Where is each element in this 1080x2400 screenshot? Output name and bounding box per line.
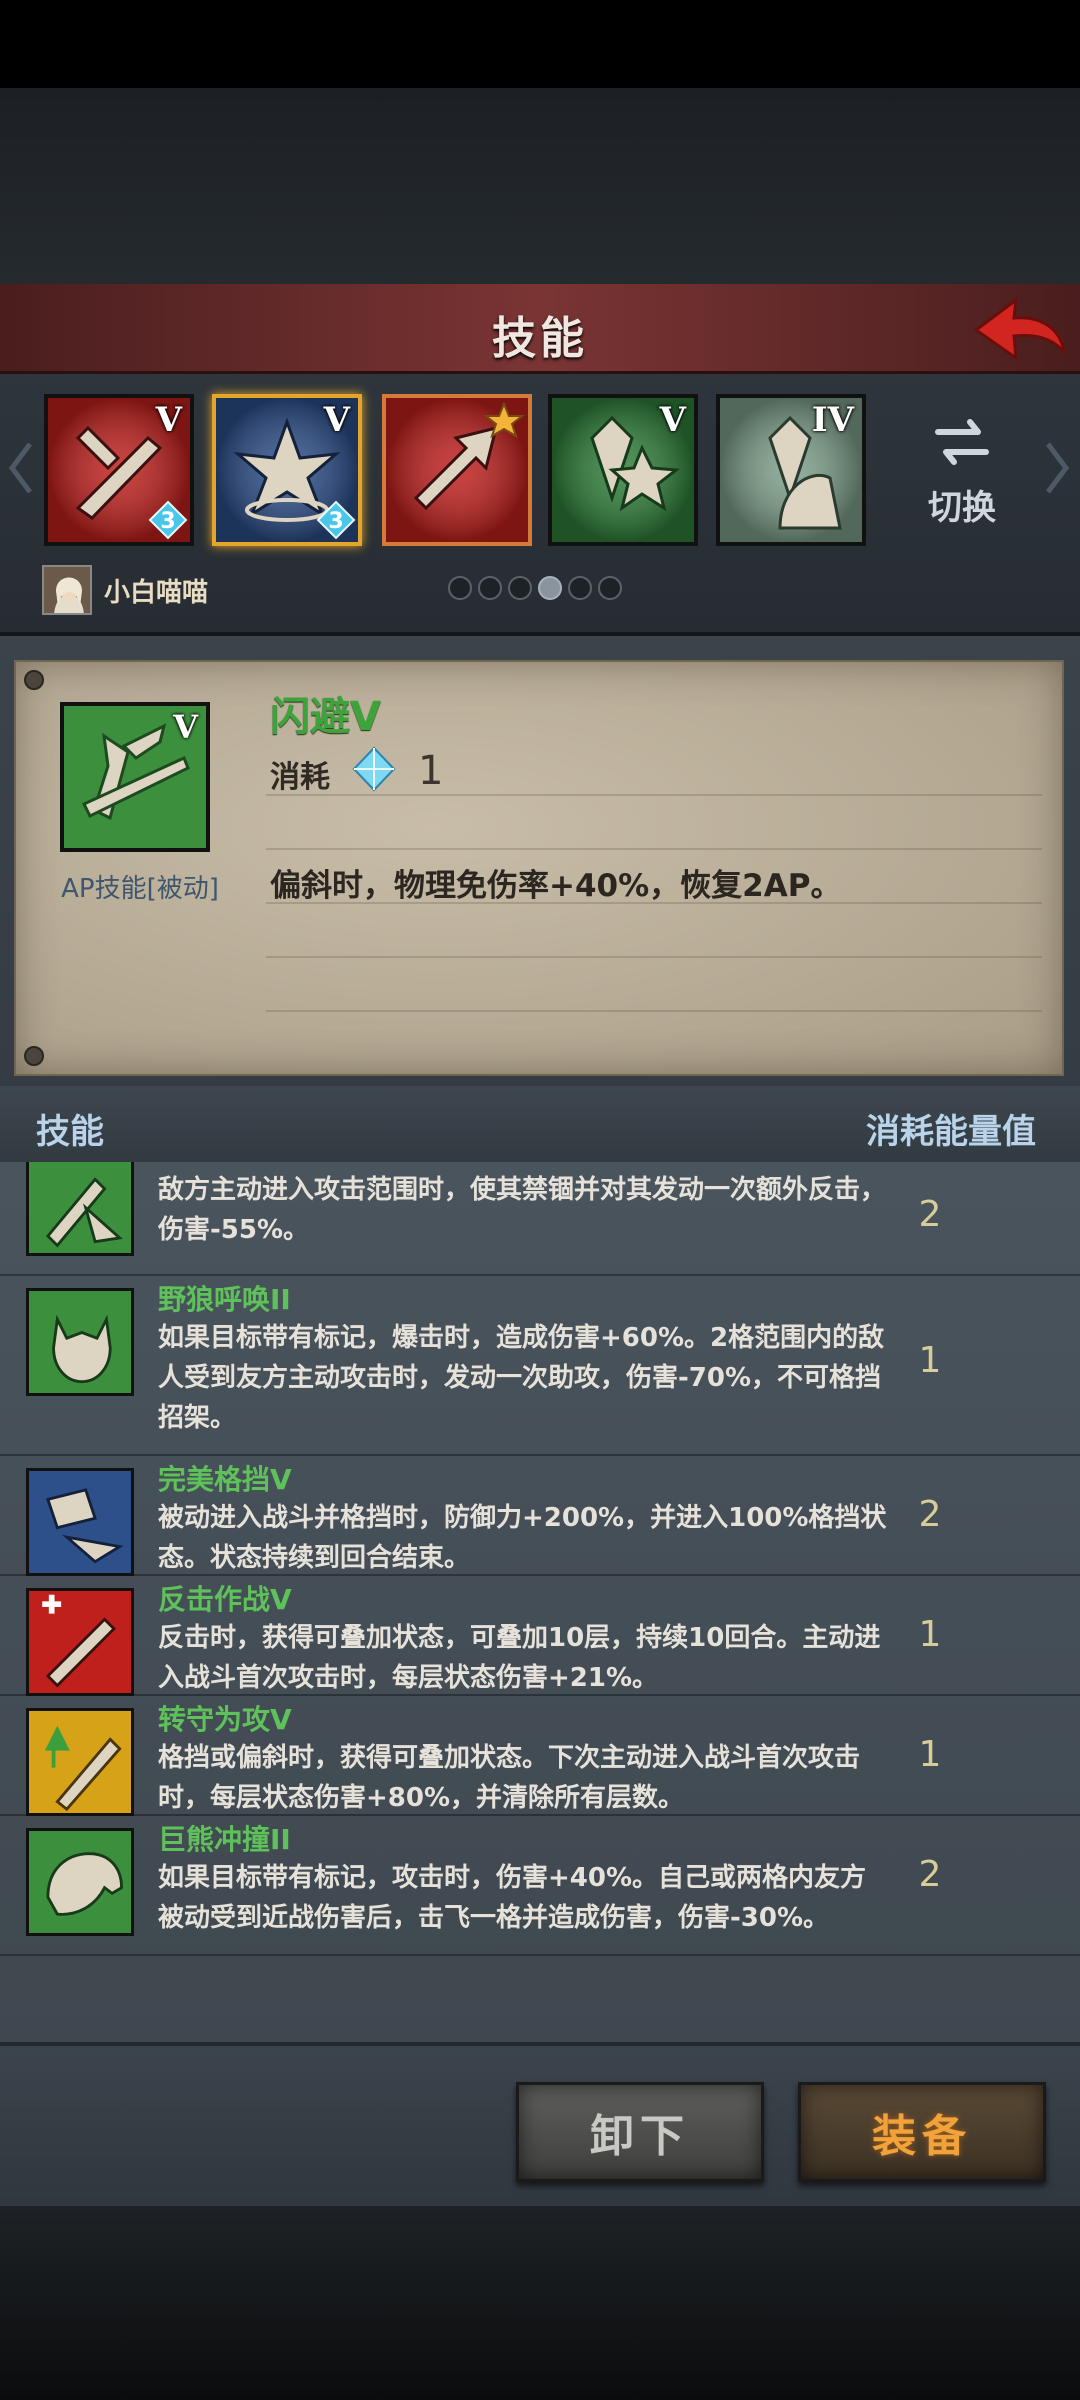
skill-description: 敌方主动进入攻击范围时，使其禁锢并对其发动一次额外反击，伤害-55%。 xyxy=(158,1175,887,1245)
skill-description: 如果目标带有标记，爆击时，造成伤害+60%。2格范围内的敌人受到友方主动攻击时，… xyxy=(158,1323,885,1433)
skill-row[interactable]: 敌方主动进入攻击范围时，使其禁锢并对其发动一次额外反击，伤害-55%。 2 xyxy=(0,1162,1080,1276)
pin-icon xyxy=(24,670,44,690)
top-background xyxy=(0,88,1080,284)
page-dot xyxy=(568,576,592,600)
energy-cost: 2 xyxy=(918,1494,942,1535)
prev-page-arrow-icon[interactable] xyxy=(6,438,36,498)
skill-icon xyxy=(26,1588,134,1696)
skill-art-icon xyxy=(386,398,528,542)
cost-label: 消耗 xyxy=(270,760,330,795)
tier-label: IV xyxy=(811,400,854,440)
skill-row[interactable]: 反击作战V 反击时，获得可叠加状态，可叠加10层，持续10回合。主动进入战斗首次攻… xyxy=(0,1576,1080,1696)
gem-badge-icon: 3 xyxy=(316,500,356,540)
page-indicator xyxy=(448,576,622,600)
page-dot xyxy=(598,576,622,600)
energy-gem-icon xyxy=(352,746,396,792)
skill-icon xyxy=(26,1468,134,1576)
skill-slot[interactable]: IV xyxy=(716,394,866,546)
page-dot xyxy=(448,576,472,600)
page-dot xyxy=(508,576,532,600)
energy-cost: 2 xyxy=(918,1854,942,1895)
gem-count: 3 xyxy=(160,509,175,534)
column-energy-cost: 消耗能量值 xyxy=(866,1112,1036,1152)
energy-cost: 1 xyxy=(918,1734,942,1775)
page-title: 技能 xyxy=(492,313,588,364)
switch-button[interactable]: 切换 xyxy=(912,414,1012,534)
skill-icon xyxy=(26,1828,134,1936)
skill-name: 闪避V xyxy=(270,694,381,740)
skill-row[interactable]: 转守为攻V 格挡或偏斜时，获得可叠加状态。下次主动进入战斗首次攻击时，每层状态伤害… xyxy=(0,1696,1080,1816)
skill-row[interactable]: 完美格挡V 被动进入战斗并格挡时，防御力+200%，并进入100%格挡状态。状态持… xyxy=(0,1456,1080,1576)
character-portrait-icon xyxy=(44,567,90,613)
energy-cost: 2 xyxy=(918,1194,942,1235)
avatar xyxy=(42,565,92,615)
skill-row[interactable]: 野狼呼唤II 如果目标带有标记，爆击时，造成伤害+60%。2格范围内的敌人受到友方… xyxy=(0,1276,1080,1456)
skill-strip: V 3 V 3 V IV 切换 小白喵喵 xyxy=(0,374,1080,636)
player-info: 小白喵喵 xyxy=(42,564,208,616)
skill-name: 转守为攻V xyxy=(158,1703,292,1736)
gem-count: 3 xyxy=(328,509,343,534)
swap-arrows-icon xyxy=(935,419,989,465)
page-dot xyxy=(538,576,562,600)
title-bar: 技能 xyxy=(0,284,1080,374)
skill-slot[interactable]: V xyxy=(548,394,698,546)
skill-icon xyxy=(26,1708,134,1816)
skill-name: 野狼呼唤II xyxy=(158,1283,291,1316)
skill-name: 巨熊冲撞II xyxy=(158,1823,291,1856)
page-dot xyxy=(478,576,502,600)
skill-name: 完美格挡V xyxy=(158,1463,292,1496)
skill-row[interactable]: 巨熊冲撞II 如果目标带有标记，攻击时，伤害+40%。自己或两格内友方被动受到近战… xyxy=(0,1816,1080,1956)
player-name: 小白喵喵 xyxy=(104,577,209,608)
pin-icon xyxy=(24,1046,44,1066)
energy-cost: 1 xyxy=(918,1614,942,1655)
gem-badge-icon: 3 xyxy=(148,500,188,540)
skill-icon xyxy=(26,1288,134,1396)
skill-description: 格挡或偏斜时，获得可叠加状态。下次主动进入战斗首次攻击时，每层状态伤害+80%，… xyxy=(158,1743,861,1813)
back-button[interactable] xyxy=(968,292,1068,368)
skill-list[interactable]: 敌方主动进入攻击范围时，使其禁锢并对其发动一次额外反击，伤害-55%。 2 野狼呼唤… xyxy=(0,1162,1080,2042)
cost-value: 1 xyxy=(418,748,444,794)
column-skill: 技能 xyxy=(36,1112,104,1152)
unequip-button[interactable]: 卸下 xyxy=(516,2082,764,2182)
detail-skill-icon: V xyxy=(60,702,210,852)
skill-slot[interactable] xyxy=(382,394,532,546)
skill-name: 反击作战V xyxy=(158,1583,292,1616)
energy-cost: 1 xyxy=(918,1340,942,1381)
skill-slot[interactable]: V3 xyxy=(44,394,194,546)
bottom-background xyxy=(0,2206,1080,2400)
skill-description: 被动进入战斗并格挡时，防御力+200%，并进入100%格挡状态。状态持续到回合结… xyxy=(158,1503,887,1573)
list-header: 技能 消耗能量值 xyxy=(0,1086,1080,1162)
skill-description: 偏斜时，物理免伤率+40%，恢复2AP。 xyxy=(270,868,842,904)
tier-label: V xyxy=(323,400,350,440)
skill-slot[interactable]: V3 xyxy=(212,394,362,546)
back-arrow-icon xyxy=(973,296,1067,362)
detail-tier: V xyxy=(173,708,198,746)
skill-description: 反击时，获得可叠加状态，可叠加10层，持续10回合。主动进入战斗首次攻击时，每层… xyxy=(158,1623,881,1693)
switch-label: 切换 xyxy=(928,488,996,528)
skill-description: 如果目标带有标记，攻击时，伤害+40%。自己或两格内友方被动受到近战伤害后，击飞… xyxy=(158,1863,867,1933)
action-bar: 卸下 装备 xyxy=(0,2042,1080,2206)
status-bar xyxy=(0,0,1080,88)
skill-type-label: AP技能[被动] xyxy=(61,874,219,904)
next-page-arrow-icon[interactable] xyxy=(1042,438,1072,498)
tier-label: V xyxy=(659,400,686,440)
equip-button[interactable]: 装备 xyxy=(798,2082,1046,2182)
tier-label: V xyxy=(155,400,182,440)
skill-icon xyxy=(26,1162,134,1256)
